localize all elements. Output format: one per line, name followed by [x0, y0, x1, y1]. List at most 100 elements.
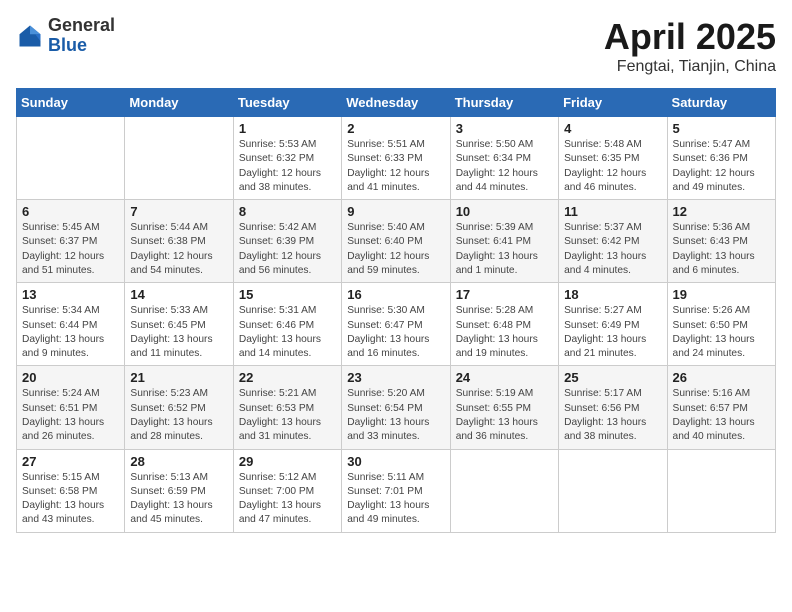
- calendar-cell: 17 Sunrise: 5:28 AMSunset: 6:48 PMDayligh…: [450, 283, 558, 366]
- title-block: April 2025 Fengtai, Tianjin, China: [604, 16, 776, 76]
- calendar-cell: [667, 449, 775, 532]
- day-number: 30: [347, 454, 444, 469]
- day-number: 11: [564, 204, 661, 219]
- cell-content: Sunrise: 5:50 AMSunset: 6:34 PMDaylight:…: [456, 138, 553, 195]
- calendar-cell: 5 Sunrise: 5:47 AMSunset: 6:36 PMDaylight…: [667, 117, 775, 200]
- calendar-week-row: 6 Sunrise: 5:45 AMSunset: 6:37 PMDaylight…: [17, 200, 776, 283]
- calendar-cell: 1 Sunrise: 5:53 AMSunset: 6:32 PMDaylight…: [233, 117, 341, 200]
- cell-content: Sunrise: 5:39 AMSunset: 6:41 PMDaylight:…: [456, 221, 553, 278]
- day-number: 9: [347, 204, 444, 219]
- day-number: 6: [22, 204, 119, 219]
- cell-content: Sunrise: 5:44 AMSunset: 6:38 PMDaylight:…: [130, 221, 227, 278]
- cell-content: Sunrise: 5:51 AMSunset: 6:33 PMDaylight:…: [347, 138, 444, 195]
- calendar-cell: [125, 117, 233, 200]
- cell-content: Sunrise: 5:19 AMSunset: 6:55 PMDaylight:…: [456, 387, 553, 444]
- day-number: 7: [130, 204, 227, 219]
- calendar-cell: 4 Sunrise: 5:48 AMSunset: 6:35 PMDaylight…: [559, 117, 667, 200]
- calendar-week-row: 1 Sunrise: 5:53 AMSunset: 6:32 PMDaylight…: [17, 117, 776, 200]
- calendar-week-row: 13 Sunrise: 5:34 AMSunset: 6:44 PMDayligh…: [17, 283, 776, 366]
- cell-content: Sunrise: 5:36 AMSunset: 6:43 PMDaylight:…: [673, 221, 770, 278]
- calendar-cell: 20Sunrise: 5:24 AMSunset: 6:51 PMDayligh…: [17, 366, 125, 449]
- cell-content: Sunrise: 5:23 AMSunset: 6:52 PMDaylight:…: [130, 387, 227, 444]
- cell-content: Sunrise: 5:16 AMSunset: 6:57 PMDaylight:…: [673, 387, 770, 444]
- calendar-week-row: 20Sunrise: 5:24 AMSunset: 6:51 PMDayligh…: [17, 366, 776, 449]
- cell-content: Sunrise: 5:15 AMSunset: 6:58 PMDaylight:…: [22, 471, 119, 528]
- logo-text: General Blue: [48, 16, 115, 56]
- weekday-header: Sunday: [17, 89, 125, 117]
- calendar-week-row: 27 Sunrise: 5:15 AMSunset: 6:58 PMDayligh…: [17, 449, 776, 532]
- weekday-header: Saturday: [667, 89, 775, 117]
- day-number: 23: [347, 370, 444, 385]
- day-number: 19: [673, 287, 770, 302]
- cell-content: Sunrise: 5:28 AMSunset: 6:48 PMDaylight:…: [456, 304, 553, 361]
- calendar-cell: 3 Sunrise: 5:50 AMSunset: 6:34 PMDaylight…: [450, 117, 558, 200]
- cell-content: Sunrise: 5:34 AMSunset: 6:44 PMDaylight:…: [22, 304, 119, 361]
- calendar-cell: [450, 449, 558, 532]
- calendar-cell: 14 Sunrise: 5:33 AMSunset: 6:45 PMDayligh…: [125, 283, 233, 366]
- day-number: 24: [456, 370, 553, 385]
- logo: General Blue: [16, 16, 115, 56]
- weekday-header: Tuesday: [233, 89, 341, 117]
- cell-content: Sunrise: 5:47 AMSunset: 6:36 PMDaylight:…: [673, 138, 770, 195]
- calendar-cell: 16Sunrise: 5:30 AMSunset: 6:47 PMDayligh…: [342, 283, 450, 366]
- day-number: 2: [347, 121, 444, 136]
- day-number: 1: [239, 121, 336, 136]
- main-title: April 2025: [604, 16, 776, 58]
- cell-content: Sunrise: 5:24 AMSunset: 6:51 PMDaylight:…: [22, 387, 119, 444]
- day-number: 5: [673, 121, 770, 136]
- cell-content: Sunrise: 5:42 AMSunset: 6:39 PMDaylight:…: [239, 221, 336, 278]
- cell-content: Sunrise: 5:53 AMSunset: 6:32 PMDaylight:…: [239, 138, 336, 195]
- day-number: 15: [239, 287, 336, 302]
- calendar-cell: 21Sunrise: 5:23 AMSunset: 6:52 PMDayligh…: [125, 366, 233, 449]
- day-number: 8: [239, 204, 336, 219]
- calendar-cell: 26 Sunrise: 5:16 AMSunset: 6:57 PMDayligh…: [667, 366, 775, 449]
- day-number: 3: [456, 121, 553, 136]
- calendar-header-row: SundayMondayTuesdayWednesdayThursdayFrid…: [17, 89, 776, 117]
- cell-content: Sunrise: 5:21 AMSunset: 6:53 PMDaylight:…: [239, 387, 336, 444]
- calendar-cell: 2 Sunrise: 5:51 AMSunset: 6:33 PMDaylight…: [342, 117, 450, 200]
- logo-icon: [16, 22, 44, 50]
- calendar-cell: 28Sunrise: 5:13 AMSunset: 6:59 PMDayligh…: [125, 449, 233, 532]
- cell-content: Sunrise: 5:27 AMSunset: 6:49 PMDaylight:…: [564, 304, 661, 361]
- day-number: 4: [564, 121, 661, 136]
- weekday-header: Thursday: [450, 89, 558, 117]
- day-number: 12: [673, 204, 770, 219]
- day-number: 18: [564, 287, 661, 302]
- weekday-header: Wednesday: [342, 89, 450, 117]
- cell-content: Sunrise: 5:37 AMSunset: 6:42 PMDaylight:…: [564, 221, 661, 278]
- weekday-header: Monday: [125, 89, 233, 117]
- day-number: 22: [239, 370, 336, 385]
- day-number: 13: [22, 287, 119, 302]
- calendar-cell: 15Sunrise: 5:31 AMSunset: 6:46 PMDayligh…: [233, 283, 341, 366]
- day-number: 29: [239, 454, 336, 469]
- calendar-cell: 27 Sunrise: 5:15 AMSunset: 6:58 PMDayligh…: [17, 449, 125, 532]
- day-number: 17: [456, 287, 553, 302]
- calendar-cell: 13 Sunrise: 5:34 AMSunset: 6:44 PMDayligh…: [17, 283, 125, 366]
- day-number: 14: [130, 287, 227, 302]
- calendar-cell: 8 Sunrise: 5:42 AMSunset: 6:39 PMDaylight…: [233, 200, 341, 283]
- calendar-cell: 25 Sunrise: 5:17 AMSunset: 6:56 PMDayligh…: [559, 366, 667, 449]
- calendar-cell: 18 Sunrise: 5:27 AMSunset: 6:49 PMDayligh…: [559, 283, 667, 366]
- calendar-cell: 12 Sunrise: 5:36 AMSunset: 6:43 PMDayligh…: [667, 200, 775, 283]
- day-number: 25: [564, 370, 661, 385]
- calendar-cell: 22 Sunrise: 5:21 AMSunset: 6:53 PMDayligh…: [233, 366, 341, 449]
- cell-content: Sunrise: 5:30 AMSunset: 6:47 PMDaylight:…: [347, 304, 444, 361]
- cell-content: Sunrise: 5:33 AMSunset: 6:45 PMDaylight:…: [130, 304, 227, 361]
- cell-content: Sunrise: 5:17 AMSunset: 6:56 PMDaylight:…: [564, 387, 661, 444]
- cell-content: Sunrise: 5:48 AMSunset: 6:35 PMDaylight:…: [564, 138, 661, 195]
- cell-content: Sunrise: 5:20 AMSunset: 6:54 PMDaylight:…: [347, 387, 444, 444]
- day-number: 26: [673, 370, 770, 385]
- weekday-header: Friday: [559, 89, 667, 117]
- calendar-cell: 19 Sunrise: 5:26 AMSunset: 6:50 PMDayligh…: [667, 283, 775, 366]
- day-number: 28: [130, 454, 227, 469]
- day-number: 10: [456, 204, 553, 219]
- page-header: General Blue April 2025 Fengtai, Tianjin…: [16, 16, 776, 76]
- calendar-cell: 29 Sunrise: 5:12 AMSunset: 7:00 PMDayligh…: [233, 449, 341, 532]
- cell-content: Sunrise: 5:26 AMSunset: 6:50 PMDaylight:…: [673, 304, 770, 361]
- calendar-cell: 6 Sunrise: 5:45 AMSunset: 6:37 PMDaylight…: [17, 200, 125, 283]
- cell-content: Sunrise: 5:45 AMSunset: 6:37 PMDaylight:…: [22, 221, 119, 278]
- cell-content: Sunrise: 5:12 AMSunset: 7:00 PMDaylight:…: [239, 471, 336, 528]
- subtitle: Fengtai, Tianjin, China: [604, 58, 776, 76]
- day-number: 27: [22, 454, 119, 469]
- calendar-cell: 9Sunrise: 5:40 AMSunset: 6:40 PMDaylight…: [342, 200, 450, 283]
